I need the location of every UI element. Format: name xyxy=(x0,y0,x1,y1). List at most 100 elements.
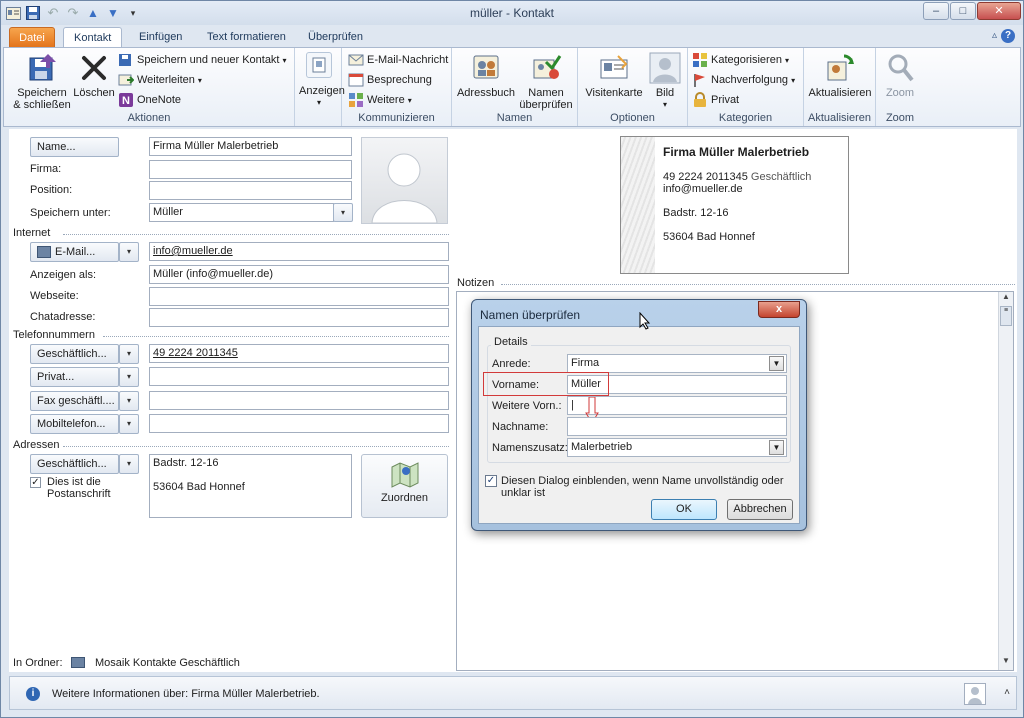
meeting-button[interactable]: Besprechung xyxy=(348,71,432,89)
help-icon[interactable]: ? xyxy=(1001,29,1015,43)
business-card-button[interactable]: Visitenkarte xyxy=(582,52,646,99)
fax-business-dropdown[interactable]: ▾ xyxy=(119,391,139,411)
address-book-button[interactable]: Adressbuch xyxy=(456,52,516,99)
anrede-label: Anrede: xyxy=(492,358,531,370)
chat-field[interactable] xyxy=(149,308,449,327)
nachname-field[interactable] xyxy=(567,417,787,436)
firma-field[interactable] xyxy=(149,160,352,179)
cancel-button[interactable]: Abbrechen xyxy=(727,499,793,520)
card-phone-line: 49 2224 2011345 Geschäftlich xyxy=(663,171,812,183)
anrede-field[interactable]: Firma xyxy=(567,354,787,373)
website-field[interactable] xyxy=(149,287,449,306)
close-button[interactable]: ✕ xyxy=(977,2,1021,20)
card-street: Badstr. 12-16 xyxy=(663,207,729,219)
postal-address-checkbox[interactable]: ✓ xyxy=(30,477,41,488)
business-card-preview[interactable]: Firma Müller Malerbetrieb 49 2224 201134… xyxy=(620,136,849,274)
save-new-contact-button[interactable]: Speichern und neuer Kontakt ▾ xyxy=(118,51,287,69)
position-field[interactable] xyxy=(149,181,352,200)
email-book-icon xyxy=(37,246,51,258)
show-dialog-checkbox[interactable]: ✓ xyxy=(485,475,497,487)
scroll-thumb[interactable]: ≡ xyxy=(1000,306,1012,326)
folder-name: Mosaik Kontakte Geschäftlich xyxy=(95,657,240,669)
phone-private-dropdown[interactable]: ▾ xyxy=(119,367,139,387)
address-dropdown[interactable]: ▾ xyxy=(119,454,139,474)
dialog-body: Details Anrede: Firma ▼ Vorname: Müller … xyxy=(478,326,800,524)
full-name-field[interactable]: Firma Müller Malerbetrieb xyxy=(149,137,352,156)
private-button[interactable]: Privat xyxy=(692,91,739,109)
check-names-icon xyxy=(530,52,562,84)
check-names-button[interactable]: Namen überprüfen xyxy=(516,52,576,111)
weitere-vornamen-field[interactable]: | xyxy=(567,396,787,415)
email-dropdown[interactable]: ▾ xyxy=(119,242,139,262)
maximize-button[interactable]: □ xyxy=(950,2,976,20)
anrede-dropdown[interactable]: ▼ xyxy=(769,356,784,371)
expand-people-pane-icon[interactable]: ˄ xyxy=(1004,687,1010,698)
followup-button[interactable]: Nachverfolgung ▾ xyxy=(692,71,795,89)
tab-kontakt[interactable]: Kontakt xyxy=(63,27,123,49)
map-it-button[interactable]: Zuordnen xyxy=(361,454,448,518)
save-close-button[interactable]: Speichern & schließen xyxy=(10,52,74,111)
picture-icon xyxy=(649,52,681,84)
tab-datei[interactable]: Datei xyxy=(9,27,55,48)
contact-picture[interactable] xyxy=(361,137,448,224)
forward-button[interactable]: Weiterleiten ▾ xyxy=(118,71,202,89)
save-as-dropdown[interactable]: ▾ xyxy=(333,203,353,222)
card-email: info@mueller.de xyxy=(663,183,743,195)
dialog-close-button[interactable]: x xyxy=(758,301,800,318)
notes-scrollbar[interactable]: ▲ ≡ ▼ xyxy=(998,292,1013,670)
svg-text:N: N xyxy=(122,95,130,107)
tab-einfuegen[interactable]: Einfügen xyxy=(129,27,192,48)
address-field[interactable]: Badstr. 12-16 53604 Bad Honnef xyxy=(149,454,352,518)
mobile-dropdown[interactable]: ▾ xyxy=(119,414,139,434)
phone-private-field[interactable] xyxy=(149,367,449,386)
name-button[interactable]: Name... xyxy=(30,137,119,157)
namenszusatz-dropdown[interactable]: ▼ xyxy=(769,440,784,455)
onenote-icon: N xyxy=(118,92,134,108)
onenote-button[interactable]: N OneNote xyxy=(118,91,181,109)
phone-private-button[interactable]: Privat... xyxy=(30,367,119,387)
phone-business-button[interactable]: Geschäftlich... xyxy=(30,344,119,364)
more-button[interactable]: Weitere ▾ xyxy=(348,91,412,109)
website-label: Webseite: xyxy=(30,290,79,302)
mobile-button[interactable]: Mobiltelefon... xyxy=(30,414,119,434)
scroll-up-icon[interactable]: ▲ xyxy=(999,292,1013,306)
minimize-button[interactable]: – xyxy=(923,2,949,20)
address-section: Adressen xyxy=(13,439,60,451)
anzeigen-button[interactable]: Anzeigen ▾ xyxy=(299,52,345,109)
fax-business-field[interactable] xyxy=(149,391,449,410)
display-as-field[interactable]: Müller (info@mueller.de) xyxy=(149,265,449,284)
phone-business-field[interactable]: 49 2224 2011345 xyxy=(149,344,449,363)
mobile-field[interactable] xyxy=(149,414,449,433)
group-zoom: Zoom Zoom xyxy=(876,48,924,126)
mouse-cursor-icon xyxy=(639,311,651,333)
picture-button[interactable]: Bild ▾ xyxy=(646,52,684,111)
categorize-button[interactable]: Kategorisieren ▾ xyxy=(692,51,789,69)
group-kommunizieren: E-Mail-Nachricht Besprechung Weitere ▾ Ko… xyxy=(342,48,452,126)
save-as-field[interactable]: Müller xyxy=(149,203,334,222)
email-field[interactable]: info@mueller.de xyxy=(149,242,449,261)
people-pane-icon[interactable] xyxy=(964,683,986,705)
namenszusatz-field[interactable]: Malerbetrieb xyxy=(567,438,787,457)
dialog-title: Namen überprüfen xyxy=(480,308,581,322)
email-button[interactable]: E-Mail... xyxy=(30,242,119,262)
meeting-icon xyxy=(348,72,364,88)
tab-ueberpruefen[interactable]: Überprüfen xyxy=(298,27,373,48)
group-aktualisieren: Aktualisieren Aktualisieren xyxy=(804,48,876,126)
phone-section: Telefonnummern xyxy=(13,329,95,341)
update-icon xyxy=(824,52,856,84)
email-message-button[interactable]: E-Mail-Nachricht xyxy=(348,51,448,69)
update-button[interactable]: Aktualisieren xyxy=(806,52,874,99)
address-business-button[interactable]: Geschäftlich... xyxy=(30,454,119,474)
firma-label: Firma: xyxy=(30,163,62,175)
ok-button[interactable]: OK xyxy=(651,499,717,520)
phone-business-dropdown[interactable]: ▾ xyxy=(119,344,139,364)
zoom-button[interactable]: Zoom xyxy=(880,52,920,99)
scroll-down-icon[interactable]: ▼ xyxy=(999,656,1013,670)
more-icon xyxy=(348,92,364,108)
fax-business-button[interactable]: Fax geschäftl.... xyxy=(30,391,119,411)
delete-button[interactable]: Löschen xyxy=(72,52,116,99)
minimize-ribbon-icon[interactable]: ▵ xyxy=(992,30,997,41)
tab-text-formatieren[interactable]: Text formatieren xyxy=(197,27,296,48)
group-namen: Adressbuch Namen überprüfen Namen xyxy=(452,48,578,126)
title-bar: ↶ ↷ ▲ ▼ ▾ müller - Kontakt – □ ✕ xyxy=(1,1,1023,25)
